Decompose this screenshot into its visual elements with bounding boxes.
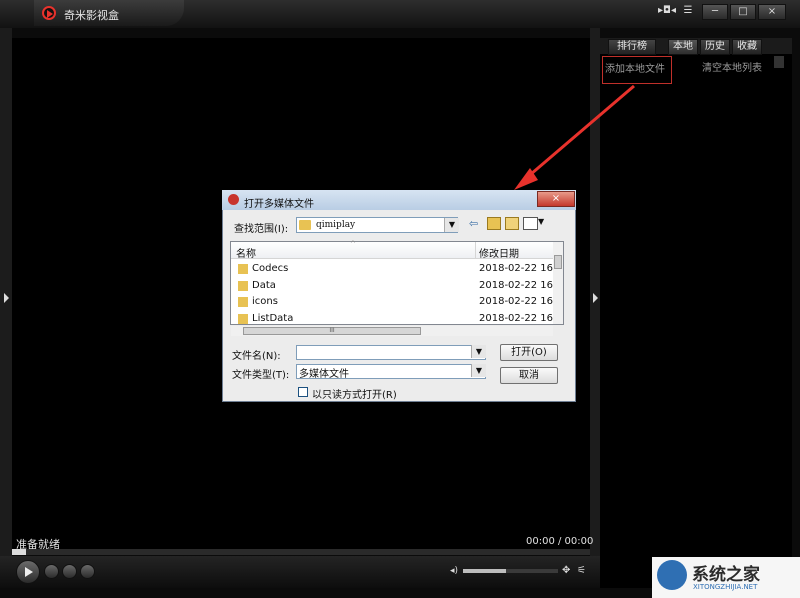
folder-icon [299, 220, 311, 230]
filename-input[interactable] [296, 345, 486, 360]
dialog-title: 打开多媒体文件 [244, 199, 314, 210]
app-title: 奇米影视盒 [64, 9, 119, 22]
lookin-value: qimiplay [316, 220, 356, 230]
close-button[interactable]: × [758, 4, 786, 20]
collapse-left-arrow-icon[interactable] [4, 293, 9, 303]
new-folder-icon[interactable] [505, 217, 519, 230]
dialog-close-button[interactable]: × [537, 191, 575, 207]
folder-icon [238, 297, 248, 307]
app-logo-icon [42, 6, 56, 20]
menu-icon[interactable]: ☰ [680, 4, 696, 18]
up-folder-icon[interactable] [487, 217, 501, 230]
volume-fill [463, 569, 506, 573]
filename-label: 文件名(N): [232, 351, 281, 362]
lookin-dropdown-icon[interactable]: ▼ [444, 218, 459, 232]
file-row-name[interactable]: icons [252, 296, 278, 307]
file-row-name[interactable]: ListData [252, 313, 293, 324]
file-row-date: 2018-02-22 16: [479, 296, 557, 307]
tab-favorites[interactable]: 收藏 [732, 39, 762, 55]
view-menu-icon[interactable] [523, 217, 538, 230]
volume-icon[interactable]: ◂) [450, 566, 458, 576]
next-button[interactable] [80, 564, 95, 579]
back-icon[interactable]: ⇦ [469, 217, 478, 230]
clear-local-list-button[interactable]: 清空本地列表 [702, 59, 762, 74]
progress-bar[interactable] [12, 549, 590, 555]
progress-thumb[interactable] [12, 549, 26, 555]
settings-icon[interactable]: ✥ [562, 565, 570, 576]
filetype-dropdown-icon[interactable]: ▼ [471, 364, 486, 377]
dialog-app-icon [228, 194, 239, 205]
time-display: 00:00 / 00:00 [526, 536, 594, 547]
vertical-scroll-thumb[interactable] [554, 255, 562, 269]
readonly-label: 以只读方式打开(R) [312, 390, 397, 401]
cancel-button[interactable]: 取消 [500, 367, 558, 384]
minimize-button[interactable]: ─ [702, 4, 728, 20]
filetype-select[interactable]: 多媒体文件 [296, 364, 486, 380]
playlist-scrollbar[interactable] [774, 56, 784, 68]
filetype-label: 文件类型(T): [232, 370, 290, 381]
annotation-arrow-icon [514, 84, 635, 190]
column-date-header[interactable]: 修改日期 [479, 245, 519, 260]
sort-arrow-icon: ^ [350, 240, 356, 248]
folder-icon [238, 281, 248, 291]
file-row-name[interactable]: Data [252, 280, 276, 291]
play-button[interactable] [16, 560, 40, 584]
previous-button[interactable] [62, 564, 77, 579]
play-icon [25, 567, 33, 577]
tab-local[interactable]: 本地 [668, 39, 698, 55]
readonly-checkbox[interactable] [298, 387, 308, 397]
file-row-date: 2018-02-22 16: [479, 280, 557, 291]
folder-icon [238, 314, 248, 324]
lookin-label: 查找范围(I): [234, 224, 289, 235]
folder-icon [238, 264, 248, 274]
open-button[interactable]: 打开(O) [500, 344, 558, 361]
watermark-url: XITONGZHIJIA.NET [693, 583, 758, 591]
tab-ranking[interactable]: 排行榜 [608, 39, 656, 55]
horizontal-scroll-thumb[interactable]: III [243, 327, 421, 335]
file-row-date: 2018-02-22 16: [479, 263, 557, 274]
maximize-button[interactable]: □ [730, 4, 756, 20]
tab-history[interactable]: 历史 [700, 39, 730, 55]
volume-slider[interactable] [463, 569, 558, 573]
view-dropdown-icon[interactable]: ▼ [538, 217, 544, 226]
mini-mode-icon[interactable]: ▸◘◂ [656, 4, 678, 18]
equalizer-icon[interactable]: ⚟ [577, 565, 586, 576]
watermark-brand: 系统之家 [692, 565, 760, 585]
toggle-playlist-arrow-icon[interactable] [593, 293, 598, 303]
file-row-date: 2018-02-22 16: [479, 313, 557, 324]
column-divider[interactable] [475, 242, 476, 258]
watermark-logo-icon [657, 560, 687, 590]
filename-dropdown-icon[interactable]: ▼ [471, 345, 486, 358]
stop-button[interactable] [44, 564, 59, 579]
file-row-name[interactable]: Codecs [252, 263, 288, 274]
column-name-header[interactable]: 名称 [236, 245, 256, 260]
